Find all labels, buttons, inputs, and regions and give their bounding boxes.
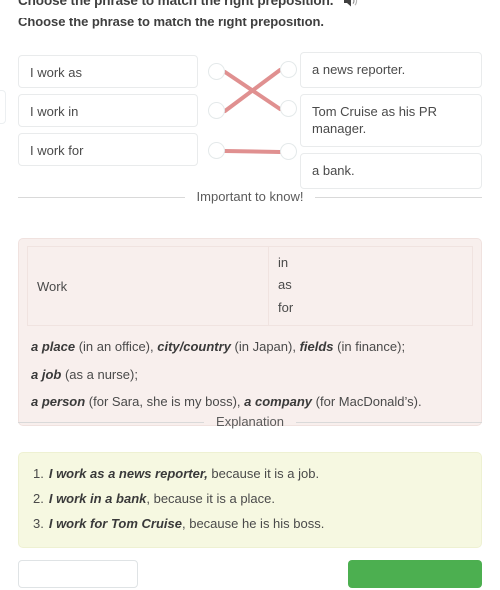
primary-button[interactable] [348,560,482,588]
match-dot-right-3[interactable] [280,143,297,160]
explanation-number: 2. [33,490,44,506]
preposition-as: as [278,277,292,293]
question-subtitle: Choose the phrase to match the right pre… [18,18,324,29]
divider-rule-left [18,197,185,198]
match-left-option-3[interactable]: I work for [18,133,198,166]
important-note: a person (for Sara, she is my boss), a c… [31,394,422,410]
explanation-box: 1. I work as a news reporter, because it… [18,452,482,548]
explanation-number: 3. [33,515,44,531]
explanation-number: 1. [33,466,44,481]
important-to-know-box: Work in as for a place (in an office), c… [18,238,482,426]
explanation-text: I work as a news reporter, because it is… [48,466,320,481]
explanation-text: I work for Tom Cruise, because he is his… [48,515,325,531]
match-left-column: I work as I work in I work for [18,50,198,172]
match-right-option-1[interactable]: a news reporter. [300,52,482,89]
important-notes: a place (in an office), city/country (in… [27,333,473,416]
list-item: 2. I work in a bank, because it is a pla… [33,487,467,512]
match-connectors [198,50,308,180]
preposition-for: for [278,299,294,315]
footer-actions [0,560,500,590]
explanation-divider: Explanation [18,413,483,431]
preposition-table: Work in as for [27,245,473,327]
match-dot-left-1[interactable] [208,63,225,80]
explanation-divider-label: Explanation [216,414,284,429]
match-left-option-1[interactable]: I work as [18,55,198,88]
important-note: a place (in an office), city/country (in… [31,339,406,355]
important-note: a job (as a nurse); [31,366,138,382]
divider-rule-right [315,197,483,198]
match-left-option-2[interactable]: I work in [18,94,198,127]
important-divider: Important to know! [18,188,483,206]
divider-rule-right [295,422,483,423]
matching-exercise: I work as I work in I work for a news re… [0,50,500,189]
important-divider-label: Important to know! [196,189,304,204]
match-dot-right-1[interactable] [280,61,297,78]
match-right-column: a news reporter. Tom Cruise as his PR ma… [300,50,482,195]
match-right-option-2[interactable]: Tom Cruise as his PR manager. [300,94,482,147]
preposition-in: in [278,255,289,270]
table-cell-word: Work [27,245,269,327]
connector-line-3 [223,149,282,154]
table-cell-prepositions: in as for [268,245,473,327]
list-item: 1. I work as a news reporter, because it… [33,462,467,487]
table-row: Work in as for [27,245,473,327]
match-dot-left-3[interactable] [208,142,225,159]
match-dot-right-2[interactable] [280,100,297,117]
secondary-button[interactable] [18,560,138,588]
offscreen-edge-element [0,90,6,124]
match-right-option-3[interactable]: a bank. [300,152,482,189]
page-title: Choose the phrase to match the right pre… [18,0,334,8]
list-item: 3. I work for Tom Cruise, because he is … [33,512,467,537]
explanation-text: I work in a bank, because it is a place. [48,490,276,506]
divider-rule-left [18,422,205,423]
match-dot-left-2[interactable] [208,102,225,119]
question-header: Choose the phrase to match the right pre… [18,0,482,8]
speaker-icon[interactable] [343,0,359,8]
